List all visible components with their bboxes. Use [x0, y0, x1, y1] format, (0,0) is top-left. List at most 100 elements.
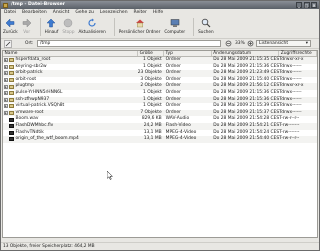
arrow-left-icon: [5, 18, 15, 28]
file-name: origin_of_the_wtf_boom.mp4: [15, 136, 79, 142]
file-name: pulse-YrHNN5rHNN6L: [15, 89, 63, 95]
expander-icon[interactable]: ▸: [4, 97, 8, 102]
status-bar: 13 Objekte, freier Speicherplatz: 464,2 …: [1, 242, 319, 251]
chevron-down-icon: ▾: [305, 41, 308, 46]
search-button[interactable]: Suchen: [198, 17, 214, 34]
zoom-level: 33%: [235, 41, 245, 46]
file-permissions: -rw-------: [281, 122, 300, 128]
column-name[interactable]: Name: [3, 51, 139, 56]
file-name: virtual-patrick.VSQh8t: [15, 103, 65, 109]
file-size: 13,1 MB: [143, 136, 162, 142]
menu-ansicht[interactable]: Ansicht: [53, 9, 70, 17]
toolbar: Zurück Vor Hinauf Stopp Aktualisieren Pe…: [1, 17, 319, 39]
toolbar-separator: [39, 18, 41, 36]
expander-icon[interactable]: ▸: [4, 111, 8, 116]
title-bar[interactable]: /tmp - Datei-Browser _ □ ×: [1, 1, 319, 9]
expander-icon[interactable]: ▸: [4, 91, 8, 96]
file-permissions: drwx------: [281, 70, 302, 76]
file-row[interactable]: origin_of_the_wtf_boom.mp4 13,1 MB MPEG-4-…: [3, 136, 317, 143]
stop-icon: [63, 18, 73, 28]
expander-icon[interactable]: ▸: [4, 84, 8, 89]
file-type: Ordner: [165, 83, 181, 89]
file-permissions: drwxr-xr-x: [281, 83, 304, 89]
file-type: Flash-Video: [165, 122, 191, 128]
file-row[interactable]: ▸ virtual-patrick.VSQh8t 1 Objekt Ordner Do …: [3, 103, 317, 110]
folder-icon: [3, 2, 8, 8]
expander-icon[interactable]: ▸: [4, 71, 8, 76]
column-type[interactable]: Typ: [164, 51, 212, 56]
file-browser-window: /tmp - Datei-Browser _ □ × Datei Bearbei…: [0, 0, 320, 251]
close-button[interactable]: ×: [311, 2, 317, 8]
file-date: Do 28 Mai 2009 21:15:39 CEST: [213, 103, 282, 109]
file-name: FlashDWMhbc.flv: [15, 122, 54, 128]
menu-hilfe[interactable]: Hilfe: [153, 9, 163, 17]
menu-bar: Datei Bearbeiten Ansicht Gehe zu Lesezei…: [1, 9, 319, 17]
column-date[interactable]: Änderungsdatum: [212, 51, 280, 56]
reload-button[interactable]: Aktualisieren: [79, 17, 106, 34]
folder-icon: [9, 91, 14, 96]
file-date: Do 28 Mai 2009 21:54:40 CEST: [213, 136, 282, 142]
column-permissions[interactable]: Zugriffsrechte: [279, 51, 317, 56]
expander-icon[interactable]: ▸: [4, 58, 8, 63]
file-row[interactable]: ▸ pulse-YrHNN5rHNN6L 1 Objekt Ordner Do 28 M…: [3, 90, 317, 97]
file-permissions: -rw-r--r--: [281, 116, 300, 122]
menu-datei[interactable]: Datei: [4, 9, 16, 17]
minimize-button[interactable]: _: [296, 2, 302, 8]
stop-button[interactable]: Stopp: [62, 17, 75, 34]
menu-reiter[interactable]: Reiter: [134, 9, 147, 17]
file-row[interactable]: Boom.wav 829,6 KB WAV-Audio Do 28 Mai 2009 …: [3, 116, 317, 123]
zoom-in-icon[interactable]: [247, 40, 255, 50]
file-name: Boom.wav: [15, 116, 39, 122]
reload-icon: [87, 18, 97, 28]
video-file-icon: [9, 130, 14, 135]
file-size: 1 Objekt: [143, 57, 162, 62]
forward-button[interactable]: Vor: [22, 17, 32, 34]
window-title: /tmp - Datei-Browser: [11, 2, 66, 7]
folder-icon: [9, 111, 14, 116]
file-size: 829,6 KB: [141, 116, 162, 122]
folder-icon: [9, 58, 14, 63]
folder-icon: [9, 78, 14, 83]
computer-icon: [170, 18, 180, 28]
mouse-cursor-icon: [106, 170, 114, 182]
file-row[interactable]: ▸ orbit-patrick 23 Objekte Ordner Do 28 Mai …: [3, 70, 317, 77]
expander-icon[interactable]: ▸: [4, 104, 8, 109]
file-row[interactable]: FlashDWMhbc.flv 24,2 MB Flash-Video Do 28 M…: [3, 122, 317, 130]
expander-icon[interactable]: ▸: [4, 64, 8, 69]
video-file-icon: [9, 124, 14, 129]
folder-icon: [9, 64, 14, 69]
arrow-right-icon: [22, 18, 32, 28]
file-size: 1 Objekt: [143, 89, 162, 95]
zoom-out-icon[interactable]: [225, 40, 233, 50]
location-input[interactable]: /tmp: [37, 40, 221, 47]
location-bar: Ort: /tmp 33% Listenansicht ▾: [1, 39, 319, 49]
file-type: Ordner: [165, 57, 181, 62]
toolbar-separator: [113, 18, 115, 36]
file-row[interactable]: ▸ hsperfdata_root 1 Objekt Ordner Do 28 Mai …: [3, 57, 317, 64]
computer-button[interactable]: Computer: [164, 17, 185, 34]
maximize-button[interactable]: □: [303, 2, 310, 8]
file-name: hsperfdata_root: [15, 57, 51, 62]
folder-icon: [9, 97, 14, 102]
file-date: Do 28 Mai 2009 21:54:28 CEST: [213, 116, 282, 122]
menu-lesezeichen[interactable]: Lesezeichen: [100, 9, 128, 17]
back-button[interactable]: Zurück: [3, 17, 18, 34]
edit-location-icon[interactable]: [4, 40, 12, 50]
view-mode-select[interactable]: Listenansicht ▾: [256, 40, 311, 47]
menu-gehe-zu[interactable]: Gehe zu: [75, 9, 94, 17]
folder-icon: [9, 71, 14, 76]
file-date: Do 28 Mai 2009 21:54:21 CEST: [213, 122, 282, 128]
toolbar-separator: [193, 18, 195, 36]
file-size: 24,2 MB: [143, 122, 162, 128]
file-size: 1 Objekt: [143, 103, 162, 109]
location-label: Ort:: [25, 41, 34, 46]
expander-icon[interactable]: ▸: [4, 78, 8, 83]
file-row[interactable]: ▸ plugtmp 2 Objekte Ordner Do 28 Mai 2009 21…: [3, 83, 317, 90]
file-permissions: drwx------: [281, 103, 302, 109]
column-size[interactable]: Größe: [138, 51, 164, 56]
up-button[interactable]: Hinauf: [45, 17, 58, 34]
file-name: orbit-patrick: [15, 70, 43, 76]
home-button[interactable]: Persönlicher Ordner: [119, 17, 160, 34]
file-date: Do 28 Mai 2009 21:56:12 CEST: [213, 83, 282, 89]
menu-bearbeiten[interactable]: Bearbeiten: [22, 9, 47, 17]
